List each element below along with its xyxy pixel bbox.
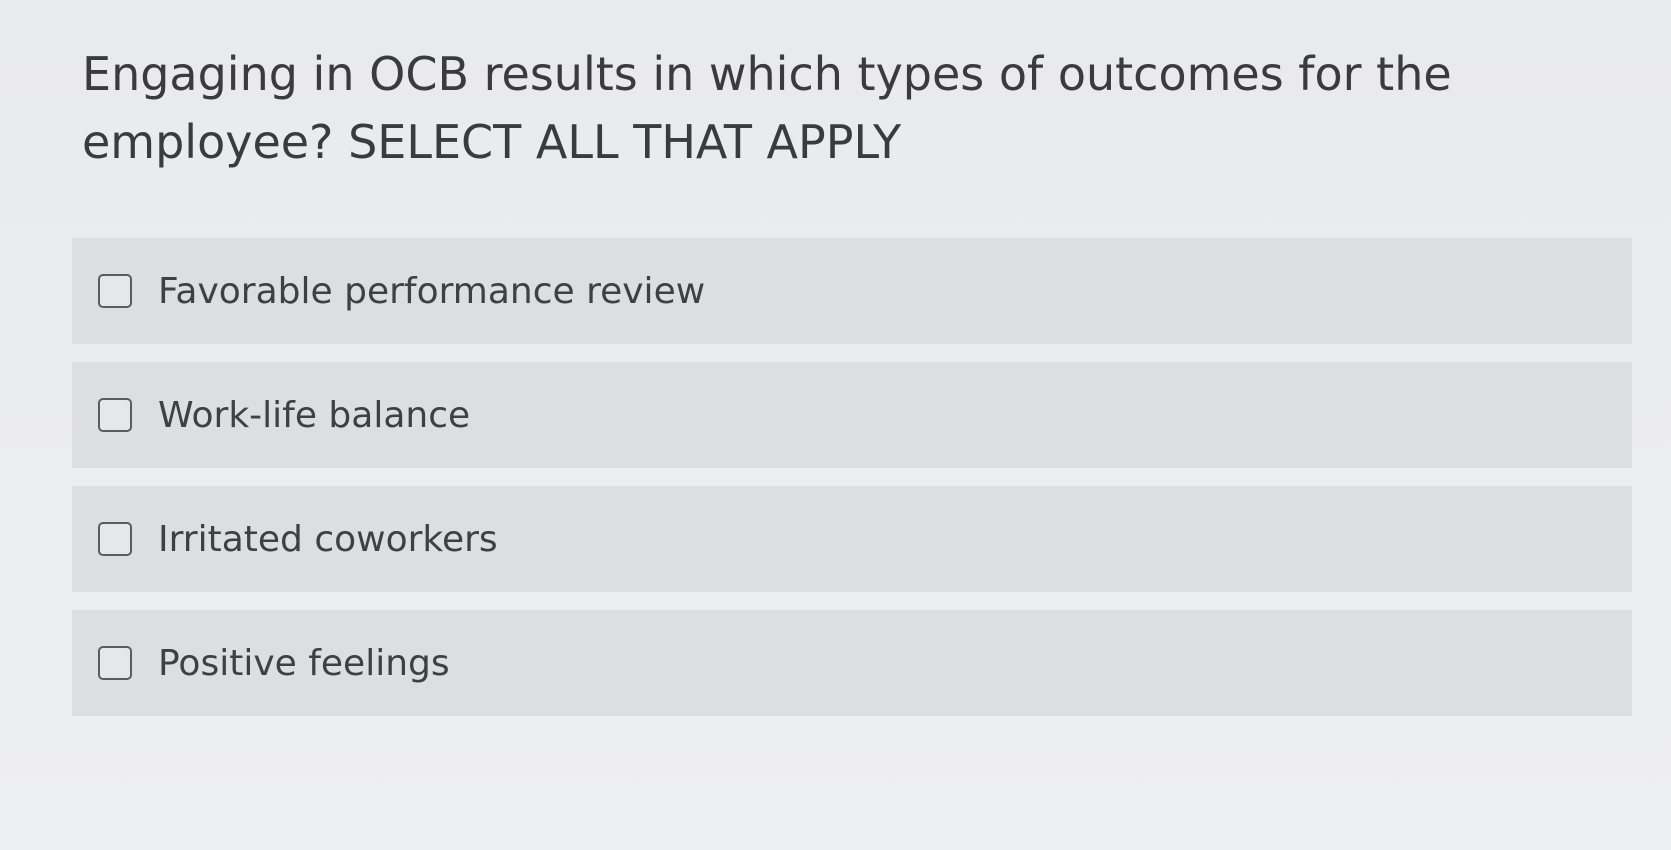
- answer-options-list: Favorable performance review Work-life b…: [72, 238, 1632, 734]
- checkbox-favorable-performance-review[interactable]: [98, 274, 132, 308]
- option-irritated-coworkers[interactable]: Irritated coworkers: [72, 486, 1632, 592]
- checkbox-positive-feelings[interactable]: [98, 646, 132, 680]
- option-favorable-performance-review[interactable]: Favorable performance review: [72, 238, 1632, 344]
- checkbox-irritated-coworkers[interactable]: [98, 522, 132, 556]
- option-label: Work-life balance: [158, 394, 471, 436]
- option-label: Irritated coworkers: [158, 518, 498, 560]
- option-work-life-balance[interactable]: Work-life balance: [72, 362, 1632, 468]
- option-label: Favorable performance review: [158, 270, 706, 312]
- checkbox-work-life-balance[interactable]: [98, 398, 132, 432]
- question-text: Engaging in OCB results in which types o…: [82, 47, 1452, 169]
- option-positive-feelings[interactable]: Positive feelings: [72, 610, 1632, 716]
- option-label: Positive feelings: [158, 642, 450, 684]
